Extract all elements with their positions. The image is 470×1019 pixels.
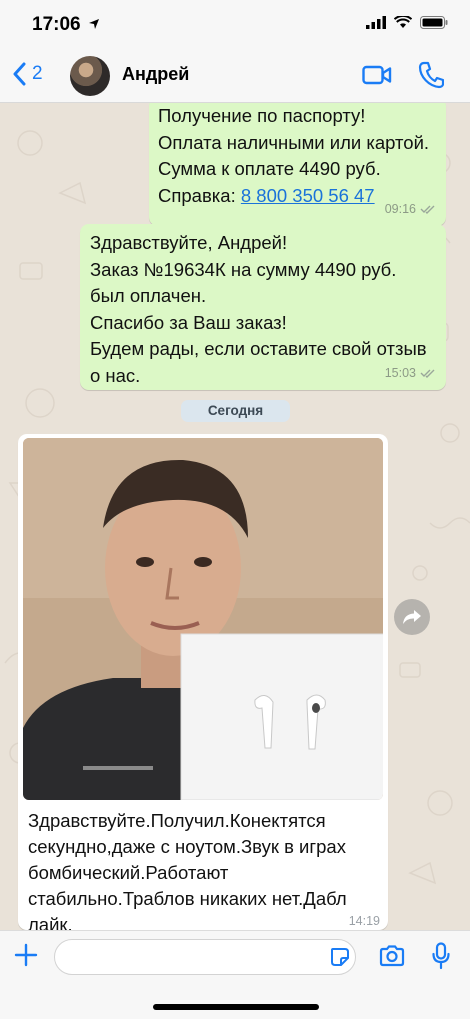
photo-image[interactable] <box>23 438 383 800</box>
message-text: Сумма к оплате 4490 руб. <box>158 158 381 179</box>
message-meta: 15:03 <box>385 360 436 387</box>
message-text: Здравствуйте, Андрей! <box>90 232 288 253</box>
message-text: Спасибо за Ваш заказ! <box>90 311 287 333</box>
location-arrow-icon <box>89 19 99 29</box>
forward-icon <box>403 610 421 624</box>
phone-icon[interactable] <box>418 61 444 89</box>
chevron-left-icon <box>13 62 26 86</box>
microphone-icon[interactable] <box>432 942 450 970</box>
photo-illustration <box>23 438 383 800</box>
message-text: Заказ №19634К на сумму 4490 руб. <box>90 258 397 280</box>
avatar[interactable] <box>70 56 110 96</box>
message-input[interactable] <box>54 939 356 975</box>
back-button[interactable]: 2 <box>12 62 43 86</box>
caption-text: лайк. <box>28 914 73 930</box>
signal-icon <box>366 16 386 29</box>
unread-count: 2 <box>32 63 43 84</box>
chat-area[interactable]: Получение по паспорту! Оплата наличными … <box>0 103 470 930</box>
photo-caption: Здравствуйте.Получил.Конектятся секундно… <box>28 808 378 930</box>
message-text: о нас. <box>90 364 141 386</box>
caption-text: секундно,даже с ноутом.Звук в играх <box>28 836 346 857</box>
message-text: Получение по паспорту! <box>158 105 366 126</box>
home-indicator <box>153 1004 319 1010</box>
double-check-icon <box>420 369 435 378</box>
message-time: 09:16 <box>384 201 416 216</box>
sticker-icon[interactable] <box>330 947 350 967</box>
message-text: был оплачен. <box>90 285 207 306</box>
plus-icon[interactable] <box>14 943 38 967</box>
date-divider: Сегодня <box>181 400 290 422</box>
contact-name[interactable]: Андрей <box>122 64 189 85</box>
battery-icon <box>420 16 448 29</box>
outgoing-message[interactable]: Получение по паспорту! Оплата наличными … <box>149 103 446 226</box>
video-call-icon[interactable] <box>362 64 392 86</box>
status-bar: 17:06 <box>0 0 470 50</box>
message-text: Справка: <box>158 184 241 206</box>
chat-header: 2 Андрей <box>0 50 470 103</box>
phone-link[interactable]: 8 800 350 56 47 <box>241 185 375 206</box>
caption-text: Здравствуйте.Получил.Конектятся <box>28 810 326 831</box>
status-time: 17:06 <box>32 14 81 35</box>
incoming-photo-message[interactable]: Здравствуйте.Получил.Конектятся секундно… <box>18 434 388 930</box>
wifi-icon <box>394 16 412 28</box>
message-text: Оплата наличными или картой. <box>158 131 430 153</box>
caption-text: стабильно.Траблов никаких нет.Дабл <box>28 888 347 909</box>
message-meta: 09:16 <box>385 196 436 223</box>
camera-icon[interactable] <box>379 945 405 967</box>
forward-button[interactable] <box>394 599 430 635</box>
message-time: 14:19 <box>348 914 380 928</box>
double-check-icon <box>420 205 435 214</box>
message-time: 15:03 <box>384 365 416 380</box>
message-input-bar <box>0 930 470 1019</box>
caption-text: бомбический.Работают <box>28 862 229 883</box>
system-icons <box>366 16 448 29</box>
outgoing-message[interactable]: Здравствуйте, Андрей! Заказ №19634К на с… <box>80 224 446 390</box>
message-text: Будем рады, если оставите свой отзыв <box>90 338 427 359</box>
